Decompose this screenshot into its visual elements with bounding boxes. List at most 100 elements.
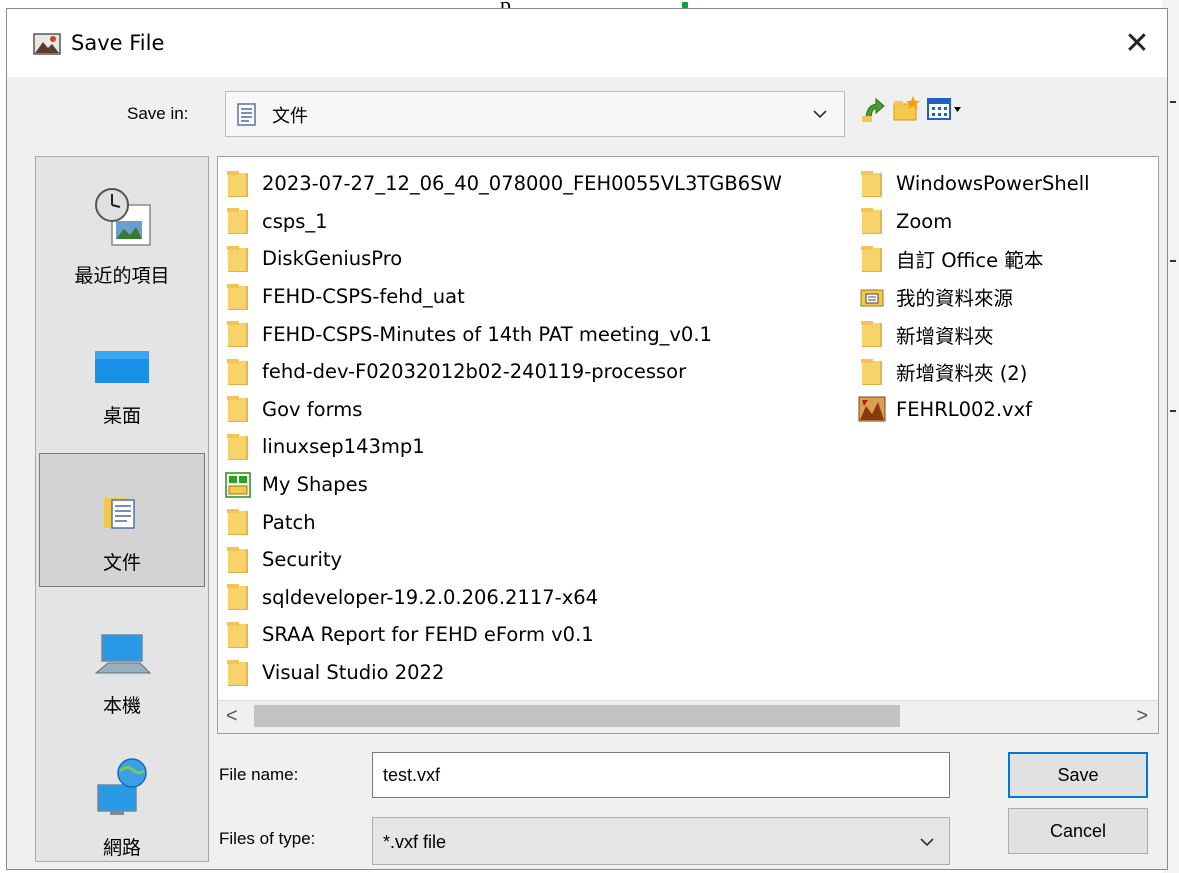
list-item-folder[interactable]: FEHD-CSPS-fehd_uat [224, 278, 782, 316]
file-type-dropdown[interactable]: *.vxf file [372, 817, 950, 865]
horizontal-scrollbar[interactable]: < > [218, 700, 1158, 733]
folder-icon [224, 245, 252, 273]
folder-icon [224, 583, 252, 611]
recent-items-icon [90, 183, 154, 254]
list-item-folder[interactable]: FEHD-CSPS-Minutes of 14th PAT meeting_v0… [224, 315, 782, 353]
this-pc-icon [90, 613, 154, 684]
title-bar[interactable]: Save File ✕ [7, 9, 1167, 77]
desktop-icon [90, 323, 154, 388]
list-item-folder[interactable]: Visual Studio 2022 [224, 654, 782, 692]
save-file-dialog: Save File ✕ Save in: 文件 最近的項目 桌面 文件 本機 網… [6, 8, 1168, 870]
folder-icon [224, 433, 252, 461]
file-list-column: WindowsPowerShell Zoom 自訂 Office 範本 我的資料… [858, 165, 1090, 428]
list-item-folder[interactable]: 自訂 Office 範本 [858, 240, 1090, 278]
up-one-level-button[interactable] [859, 95, 889, 127]
place-label: 網路 [102, 837, 141, 859]
scrollbar-thumb[interactable] [254, 705, 900, 727]
save-in-dropdown[interactable]: 文件 [225, 91, 845, 137]
new-folder-icon [891, 94, 921, 129]
item-name: Visual Studio 2022 [262, 661, 445, 685]
list-item-folder[interactable]: sqldeveloper-19.2.0.206.2117-x64 [224, 579, 782, 617]
place-network[interactable]: 網路 [36, 739, 208, 873]
list-item-folder[interactable]: WindowsPowerShell [858, 165, 1090, 203]
item-name: FEHD-CSPS-fehd_uat [262, 285, 465, 309]
up-one-level-icon [860, 94, 888, 129]
save-in-label: Save in: [127, 104, 189, 123]
scroll-right-icon[interactable]: > [1136, 705, 1148, 728]
app-icon [33, 31, 63, 57]
place-label: 桌面 [102, 405, 141, 427]
list-item-folder[interactable]: DiskGeniusPro [224, 240, 782, 278]
item-name: linuxsep143mp1 [262, 435, 425, 459]
item-name: 自訂 Office 範本 [896, 249, 1044, 273]
item-name: FEHRL002.vxf [896, 397, 1032, 421]
item-name: Security [262, 548, 343, 572]
item-name: 新增資料夾 [896, 324, 994, 348]
files-of-type-label: Files of type: [219, 829, 316, 848]
folder-icon [224, 546, 252, 574]
list-item-folder[interactable]: linuxsep143mp1 [224, 428, 782, 466]
background-strip [0, 0, 1179, 8]
background-tick [1170, 101, 1176, 103]
place-documents[interactable]: 文件 [39, 453, 205, 587]
folder-icon [858, 245, 886, 273]
new-folder-button[interactable] [891, 95, 921, 127]
list-item-folder[interactable]: Zoom [858, 203, 1090, 241]
list-item-folder[interactable]: My Shapes [224, 466, 782, 504]
background-tick [1170, 260, 1176, 262]
list-item-data-source[interactable]: 我的資料來源 [858, 278, 1090, 316]
place-recent-items[interactable]: 最近的項目 [36, 167, 208, 301]
file-name-input[interactable] [372, 752, 950, 798]
scroll-left-icon[interactable]: < [226, 705, 238, 728]
network-icon [90, 755, 154, 826]
list-item-folder[interactable]: 新增資料夾 (2) [858, 353, 1090, 391]
item-name: WindowsPowerShell [896, 172, 1090, 196]
folder-icon [858, 170, 886, 198]
item-name: 2023-07-27_12_06_40_078000_FEH0055VL3TGB… [262, 172, 782, 196]
list-item-folder[interactable]: fehd-dev-F02032012b02-240119-processor [224, 353, 782, 391]
background-tick [1170, 410, 1176, 412]
place-label: 本機 [102, 695, 141, 717]
folder-icon [224, 170, 252, 198]
list-item-folder[interactable]: Security [224, 541, 782, 579]
item-name: FEHD-CSPS-Minutes of 14th PAT meeting_v0… [262, 322, 712, 346]
list-item-folder[interactable]: Patch [224, 503, 782, 541]
place-this-pc[interactable]: 本機 [36, 597, 208, 731]
list-item-folder[interactable]: Gov forms [224, 391, 782, 429]
list-item-folder[interactable]: 新增資料夾 [858, 315, 1090, 353]
file-list-column: 2023-07-27_12_06_40_078000_FEH0055VL3TGB… [224, 165, 782, 691]
list-item-folder[interactable]: SRAA Report for FEHD eForm v0.1 [224, 616, 782, 654]
folder-icon [224, 283, 252, 311]
item-name: 新增資料夾 (2) [896, 362, 1028, 386]
folder-icon [224, 508, 252, 536]
file-type-value: *.vxf file [383, 832, 447, 852]
folder-icon [858, 207, 886, 235]
file-list[interactable]: 2023-07-27_12_06_40_078000_FEH0055VL3TGB… [217, 156, 1159, 734]
save-button[interactable]: Save [1008, 752, 1148, 798]
folder-icon [224, 621, 252, 649]
dialog-title: Save File [71, 31, 165, 55]
close-button[interactable]: ✕ [1107, 9, 1167, 77]
item-name: Patch [262, 510, 316, 534]
documents-folder-icon [236, 103, 258, 132]
place-desktop[interactable]: 桌面 [36, 307, 208, 441]
folder-icon [224, 659, 252, 687]
folder-icon [858, 320, 886, 348]
save-in-value: 文件 [272, 106, 308, 127]
view-menu-icon [926, 96, 964, 127]
list-item-folder[interactable]: csps_1 [224, 203, 782, 241]
folder-icon [224, 207, 252, 235]
chevron-down-icon [812, 106, 828, 127]
list-item-file[interactable]: FEHRL002.vxf [858, 391, 1090, 429]
folder-icon [224, 320, 252, 348]
folder-icon [224, 358, 252, 386]
item-name: 我的資料來源 [896, 287, 1014, 311]
item-name: SRAA Report for FEHD eForm v0.1 [262, 623, 594, 647]
view-menu-button[interactable] [925, 95, 965, 127]
list-item-folder[interactable]: 2023-07-27_12_06_40_078000_FEH0055VL3TGB… [224, 165, 782, 203]
place-label: 最近的項目 [74, 265, 170, 287]
file-name-label: File name: [219, 765, 299, 784]
vxf-file-icon [858, 395, 886, 423]
cancel-button[interactable]: Cancel [1008, 808, 1148, 854]
data-source-icon [858, 283, 886, 311]
